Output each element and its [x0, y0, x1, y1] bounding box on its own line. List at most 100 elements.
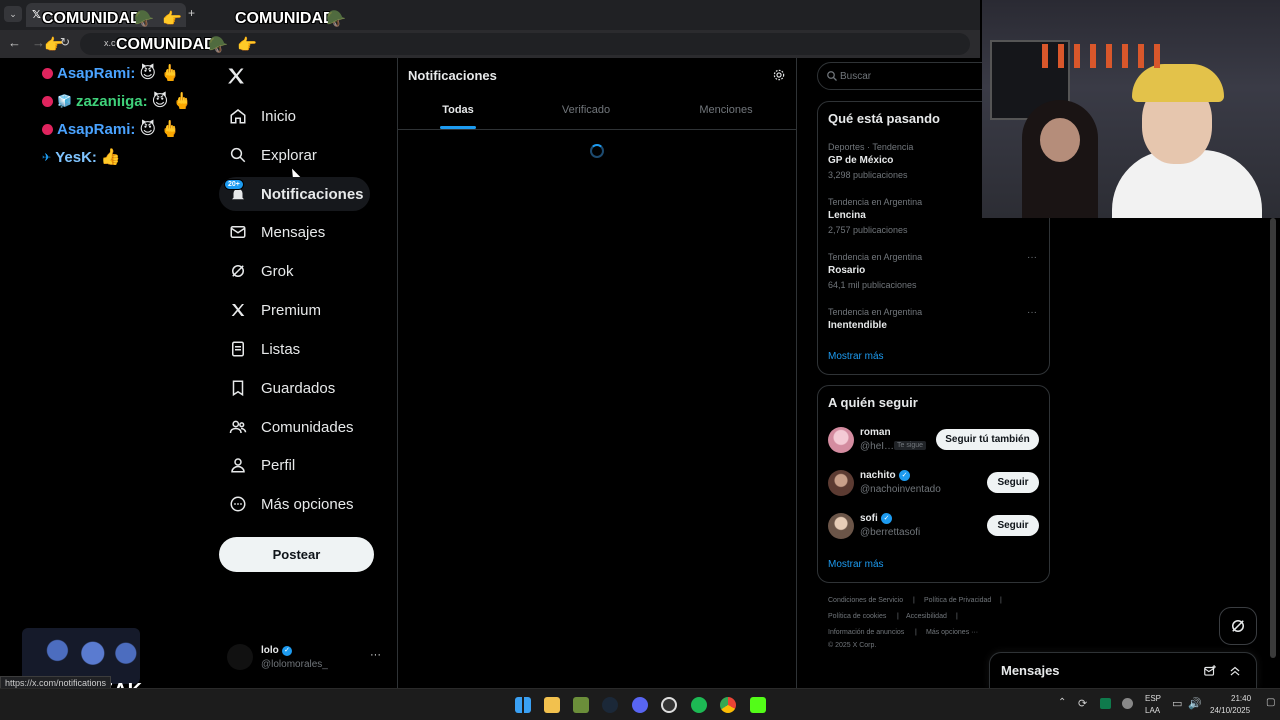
obs-icon[interactable]: [661, 697, 677, 713]
chat-badge-icon: [42, 67, 53, 79]
new-message-icon[interactable]: [1203, 664, 1217, 678]
clock-date[interactable]: 24/10/2025: [1210, 706, 1250, 715]
taskbar: ⌃ ⟳ ESP LAA ▭ 🔊 21:40 24/10/2025 ▢: [0, 688, 1280, 720]
tab-list-button[interactable]: ⌄: [4, 6, 22, 22]
minecraft-icon[interactable]: [573, 697, 589, 713]
nav-item-grok[interactable]: Grok: [219, 254, 304, 288]
language-top[interactable]: ESP: [1145, 694, 1161, 703]
user-handle: @heI…: [860, 441, 895, 452]
post-button[interactable]: Postear: [219, 537, 374, 572]
new-tab-icon[interactable]: +: [188, 6, 195, 20]
chat-badge-icon: [42, 95, 53, 107]
more-circle-icon: [229, 495, 247, 513]
more-dots-icon[interactable]: ···: [1027, 252, 1037, 263]
more-dots-icon[interactable]: ···: [1027, 307, 1037, 318]
tray-chevron-icon[interactable]: ⌃: [1058, 697, 1066, 708]
home-icon: [229, 107, 247, 125]
tray-sync-icon[interactable]: ⟳: [1078, 697, 1087, 710]
devil-emote-icon: 😈: [151, 93, 169, 110]
network-icon[interactable]: ▭: [1172, 697, 1182, 710]
nav-item-notificaciones[interactable]: 20+ Notificaciones: [219, 177, 370, 211]
footer-separator: |: [915, 629, 917, 636]
chat-message: AsapRami: 😈 🖕: [42, 118, 180, 140]
nav-item-perfil[interactable]: Perfil: [219, 448, 305, 482]
back-arrow-icon[interactable]: ←: [8, 35, 21, 50]
nav-label: Guardados: [261, 379, 336, 397]
spotify-icon[interactable]: [691, 697, 707, 713]
nav-label: Perfil: [261, 456, 296, 474]
nav-item-inicio[interactable]: Inicio: [219, 99, 306, 133]
hand-emote-icon: 🖕: [160, 65, 180, 82]
tab-todas[interactable]: Todas: [438, 104, 478, 130]
account-switcher[interactable]: lolo ✓ @lolomorales_ ···: [224, 640, 388, 676]
x-logo-icon[interactable]: [226, 66, 246, 86]
footer-link[interactable]: Política de Privacidad: [924, 597, 991, 604]
nav-item-listas[interactable]: Listas: [219, 332, 310, 366]
tray-app-icon[interactable]: [1122, 698, 1133, 709]
follow-title: A quién seguir: [828, 395, 918, 410]
windows-start-icon[interactable]: [515, 697, 531, 713]
chat-message: AsapRami: 😈 🖕: [42, 62, 180, 84]
nav-item-premium[interactable]: Premium: [219, 293, 331, 327]
volume-icon[interactable]: 🔊: [1188, 697, 1202, 710]
nav-item-explorar[interactable]: Explorar: [219, 138, 327, 172]
messages-drawer[interactable]: Mensajes: [989, 652, 1257, 688]
search-icon: [229, 146, 247, 164]
nav-label: Explorar: [261, 146, 317, 164]
follow-suggestion[interactable]: roman @heI… Te sigue Seguir tú también: [818, 424, 1049, 458]
tab-label: Todas: [442, 104, 474, 116]
expand-up-icon[interactable]: [1228, 664, 1242, 678]
webcam-overlay: [982, 0, 1280, 218]
chat-username: zazaniiga:: [75, 92, 148, 110]
nav-item-mensajes[interactable]: Mensajes: [219, 215, 335, 249]
chrome-icon[interactable]: [720, 697, 736, 713]
nav-item-mas-opciones[interactable]: Más opciones: [219, 487, 364, 521]
follow-suggestion[interactable]: nachito ✓ @nachoinventado Seguir: [818, 467, 1049, 501]
footer-link[interactable]: Política de cookies: [828, 613, 886, 620]
kick-icon[interactable]: [750, 697, 766, 713]
tab-menciones[interactable]: Menciones: [696, 104, 756, 130]
tab-verificado[interactable]: Verificado: [558, 104, 614, 130]
chat-username: AsapRami:: [57, 120, 136, 138]
reload-icon[interactable]: ↻: [60, 35, 70, 49]
language-bottom[interactable]: LAA: [1145, 706, 1160, 715]
discord-icon[interactable]: [632, 697, 648, 713]
trend-item[interactable]: Tendencia en Argentina Rosario 64,1 mil …: [828, 252, 1038, 296]
show-more-trends-link[interactable]: Mostrar más: [828, 351, 884, 362]
verified-badge-icon: ✓: [899, 470, 910, 481]
follow-back-button[interactable]: Seguir tú también: [936, 429, 1039, 450]
tabs-divider: [398, 129, 796, 130]
footer-link[interactable]: Condiciones de Servicio: [828, 597, 903, 604]
notification-count-badge: 20+: [224, 179, 244, 190]
more-dots-icon[interactable]: ···: [370, 649, 381, 661]
trend-item[interactable]: Tendencia en Argentina Inentendible: [828, 307, 1038, 337]
tray-security-icon[interactable]: [1100, 698, 1111, 709]
who-to-follow-card: A quién seguir roman @heI… Te sigue Segu…: [817, 385, 1050, 583]
follow-button[interactable]: Seguir: [987, 472, 1039, 493]
avatar: [828, 470, 854, 496]
steam-icon[interactable]: [602, 697, 618, 713]
follow-suggestion[interactable]: sofi ✓ @berrettasofi Seguir: [818, 510, 1049, 544]
footer-link[interactable]: Accesibilidad: [906, 613, 947, 620]
footer-link[interactable]: Más opciones ···: [926, 629, 978, 636]
follow-button[interactable]: Seguir: [987, 515, 1039, 536]
nav-item-comunidades[interactable]: Comunidades: [219, 410, 364, 444]
grok-icon: [229, 262, 247, 280]
webcam-decor: [1042, 44, 1162, 68]
file-explorer-icon[interactable]: [544, 697, 560, 713]
trend-count: 64,1 mil publicaciones: [828, 280, 917, 290]
nav-label: Grok: [261, 262, 294, 280]
show-more-follow-link[interactable]: Mostrar más: [828, 559, 884, 570]
search-input[interactable]: Buscar: [840, 71, 871, 82]
grok-floating-button[interactable]: [1219, 607, 1257, 645]
settings-gear-icon[interactable]: [772, 68, 786, 82]
page-scrollbar[interactable]: [1270, 218, 1276, 658]
clock-time[interactable]: 21:40: [1231, 694, 1251, 703]
bookmark-icon: [229, 379, 247, 397]
notification-center-icon[interactable]: ▢: [1266, 697, 1275, 708]
devil-emote-icon: 😈: [139, 121, 157, 138]
footer-link[interactable]: Información de anuncios: [828, 629, 904, 636]
address-bar-row: ← → 👉 ↻ x.co COMUNIDAD 🪖 👉: [0, 30, 980, 58]
user-handle: @nachoinventado: [860, 484, 941, 495]
nav-item-guardados[interactable]: Guardados: [219, 371, 345, 405]
